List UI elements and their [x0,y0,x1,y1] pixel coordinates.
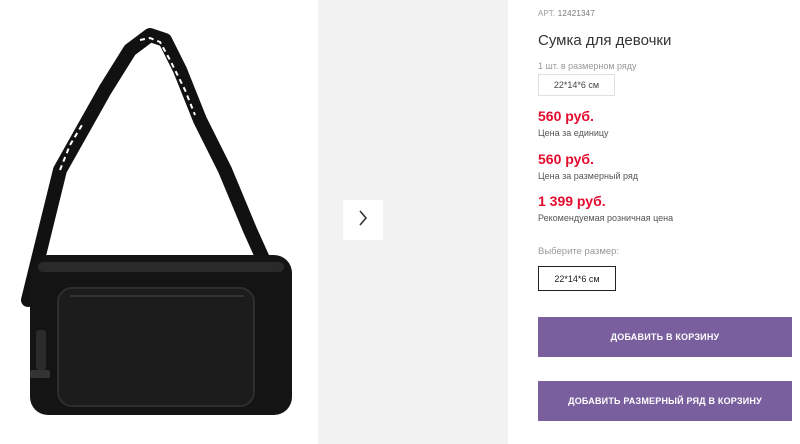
pack-size-chip: 22*14*6 см [538,74,615,96]
next-image-button[interactable] [343,200,383,240]
size-selector-label: Выберите размер: [538,246,620,257]
add-to-cart-button[interactable]: ДОБАВИТЬ В КОРЗИНУ [538,317,792,357]
sku: АРТ. 12421347 [538,9,595,18]
size-option[interactable]: 22*14*6 см [538,266,616,291]
chevron-right-icon [358,209,368,231]
unit-price-caption: Цена за единицу [538,128,609,138]
product-image [0,0,318,444]
product-info: АРТ. 12421347 Сумка для девочки 1 шт. в … [538,0,800,444]
product-title: Сумка для девочки [538,32,672,49]
pack-label: 1 шт. в размерном ряду [538,61,637,71]
sku-value: 12421347 [557,9,595,18]
retail-price: 1 399 руб. [538,193,606,209]
black-crossbody-bag-image [21,28,292,415]
retail-price-caption: Рекомендуемая розничная цена [538,213,674,223]
unit-price: 560 руб. [538,108,594,124]
size-row-price-caption: Цена за размерный ряд [538,171,639,181]
sku-label: АРТ. [538,9,556,18]
size-row-price: 560 руб. [538,151,594,167]
add-size-row-to-cart-button[interactable]: ДОБАВИТЬ РАЗМЕРНЫЙ РЯД В КОРЗИНУ [538,381,792,421]
